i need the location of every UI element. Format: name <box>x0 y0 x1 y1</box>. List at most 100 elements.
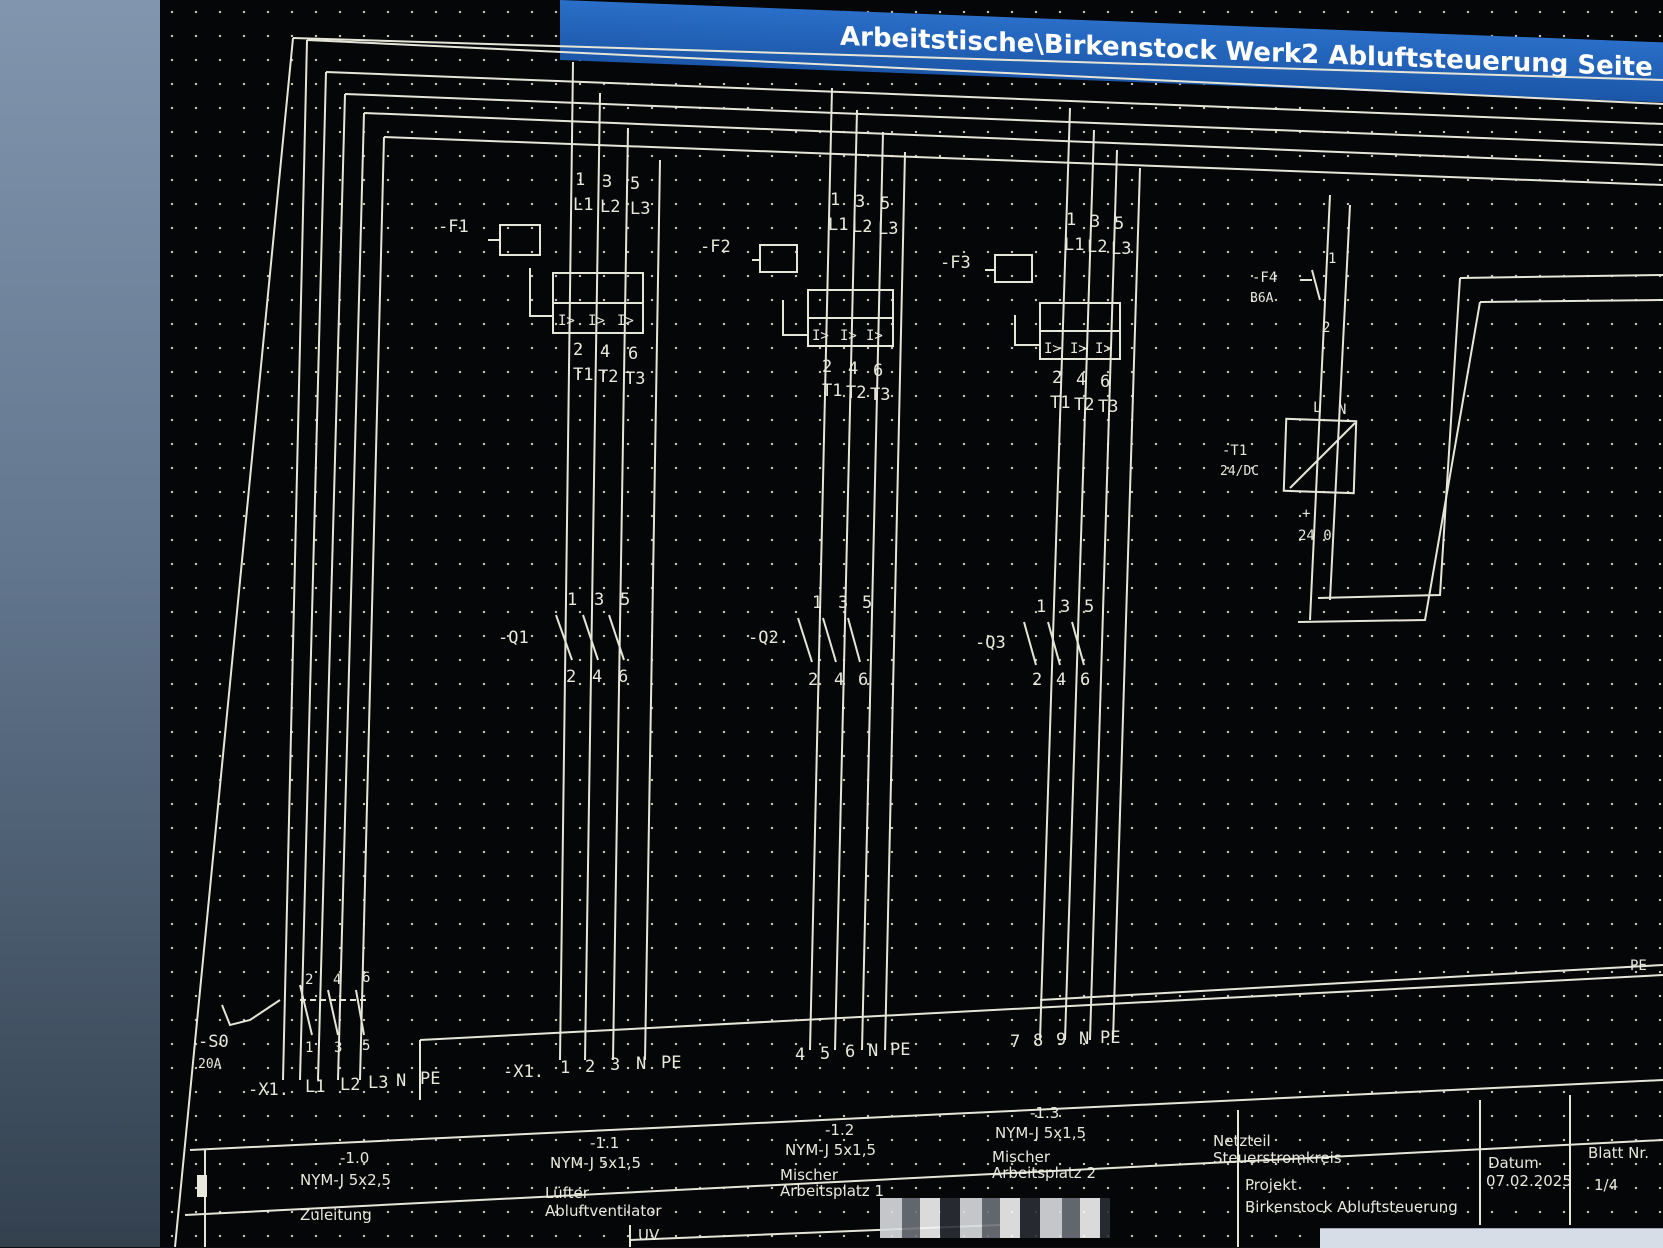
f2-trip-3: I> <box>866 328 883 344</box>
q1-bot-2: 4 <box>592 667 602 687</box>
f4-bottom: 2 <box>1322 320 1330 336</box>
f1-bot-ph-2: T2 <box>598 367 618 387</box>
terminal-g3-2: 8 <box>1033 1031 1043 1051</box>
switch-q1-label: -Q1 <box>498 628 529 648</box>
f1-trip-1: I> <box>558 313 575 329</box>
f1-top-num-2: 3 <box>602 172 612 192</box>
psu-out: 24 0 <box>1298 528 1332 544</box>
psu-in-n: N <box>1338 402 1346 418</box>
horizontal-scrollbar[interactable] <box>1320 1228 1663 1248</box>
s0-top-1: 2 <box>305 972 313 988</box>
titleblock-uv: UV <box>638 1226 660 1244</box>
main-switch-s0 <box>221 984 370 1036</box>
f1-trip-3: I> <box>617 313 634 329</box>
titleblock-blatt-value: 1/4 <box>1594 1176 1618 1194</box>
cable-2-desc2: Arbeitsplatz 1 <box>780 1182 884 1200</box>
q2-top-1: 1 <box>812 593 822 613</box>
terminal-left-3: L3 <box>368 1073 388 1093</box>
f2-bot-num-3: 6 <box>873 361 883 381</box>
control-circuit <box>1039 194 1663 1001</box>
pe-label: PE <box>1630 958 1647 974</box>
cable-1-ref: -1.1 <box>590 1134 619 1152</box>
f3-bot-num-2: 4 <box>1076 370 1086 390</box>
psu-in-l: L <box>1313 400 1321 416</box>
q3-bot-1: 2 <box>1032 670 1042 690</box>
f2-top-ph-2: L2 <box>852 217 872 237</box>
f3-top-ph-2: L2 <box>1087 237 1107 257</box>
cable-3-type: NYM-J 5x1,5 <box>995 1124 1086 1142</box>
terminal-g2-3: 6 <box>845 1042 855 1062</box>
f2-top-num-2: 3 <box>855 192 865 212</box>
cable-3-ref: -1.3 <box>1030 1104 1059 1122</box>
terminal-left-2: L2 <box>340 1075 360 1095</box>
f3-bot-num-1: 2 <box>1052 368 1062 388</box>
terminal-g3-4: N <box>1079 1029 1089 1049</box>
cable-0-desc: Zuleitung <box>300 1206 372 1224</box>
f2-top-num-1: 1 <box>830 190 840 210</box>
cable-0-ref: -1.0 <box>340 1149 369 1167</box>
s0-top-3: 6 <box>362 970 370 986</box>
cable-3-desc2: Arbeitsplatz 2 <box>992 1164 1096 1182</box>
f1-top-num-3: 5 <box>630 174 640 194</box>
main-switch-label: -S0 <box>198 1032 229 1052</box>
f4-top: 1 <box>1328 251 1336 267</box>
f3-bot-ph-3: T3 <box>1098 397 1118 417</box>
f2-top-ph-3: L3 <box>878 219 898 239</box>
f1-top-ph-2: L2 <box>600 197 620 217</box>
f1-bot-ph-1: T1 <box>573 365 593 385</box>
f3-top-num-1: 1 <box>1066 210 1076 230</box>
f1-bot-num-3: 6 <box>628 344 638 364</box>
terminal-left-4: N <box>396 1071 406 1091</box>
f2-top-ph-1: L1 <box>828 215 848 235</box>
q3-bot-2: 4 <box>1056 670 1066 690</box>
q3-top-1: 1 <box>1036 597 1046 617</box>
f3-trip-1: I> <box>1044 341 1061 357</box>
f1-top-num-1: 1 <box>575 170 585 190</box>
f3-bot-ph-2: T2 <box>1074 395 1094 415</box>
blurred-region <box>880 1198 1110 1238</box>
f1-top-ph-3: L3 <box>630 199 650 219</box>
schematic-drawing[interactable]: -F1 -F2 -F3 1 3 5 L1 L2 L3 I> I> I> 2 4 … <box>0 0 1663 1247</box>
q1-top-3: 5 <box>620 590 630 610</box>
terminal-g1-4: N <box>636 1054 646 1074</box>
terminal-g1-5: PE <box>661 1053 681 1073</box>
titleblock-blatt-label: Blatt Nr. <box>1588 1144 1649 1162</box>
f1-bot-ph-3: T3 <box>625 369 645 389</box>
q3-top-2: 3 <box>1060 597 1070 617</box>
q1-top-2: 3 <box>594 590 604 610</box>
terminal-g2-1: 4 <box>795 1045 805 1065</box>
terminal-left-5: PE <box>420 1069 440 1089</box>
schematic-labels: -F1 -F2 -F3 1 3 5 L1 L2 L3 I> I> I> 2 4 … <box>198 170 1647 1100</box>
breaker-f3-label: -F3 <box>940 253 971 273</box>
f1-bot-num-1: 2 <box>573 340 583 360</box>
terminal-g1-3: 3 <box>610 1055 620 1075</box>
f2-bot-num-2: 4 <box>848 359 858 379</box>
titleblock-datum-value: 07.02.2025 <box>1486 1172 1572 1190</box>
cable-2-ref: -1.2 <box>825 1121 854 1139</box>
terminal-g2-4: N <box>868 1041 878 1061</box>
cable-4-desc: Steuerstromkreis <box>1213 1149 1342 1167</box>
s0-top-2: 4 <box>333 972 341 988</box>
busbars <box>282 39 1663 1081</box>
cable-4-type: Netzteil <box>1213 1132 1271 1150</box>
f2-bot-num-1: 2 <box>822 357 832 377</box>
psu-label: -T1 <box>1222 443 1247 459</box>
f1-top-ph-1: L1 <box>573 195 593 215</box>
q1-bot-1: 2 <box>566 667 576 687</box>
q2-bot-1: 2 <box>808 670 818 690</box>
f3-top-ph-3: L3 <box>1111 239 1131 259</box>
f3-bot-ph-1: T1 <box>1050 393 1070 413</box>
q1-top-1: 1 <box>567 590 577 610</box>
main-switch-rating: 20A <box>198 1057 222 1072</box>
switch-q2-label: -Q2. <box>748 628 789 648</box>
f3-top-num-2: 3 <box>1090 212 1100 232</box>
q3-bot-3: 6 <box>1080 670 1090 690</box>
terminal-mid-label: -X1. <box>503 1062 544 1082</box>
f1-bot-num-2: 4 <box>600 342 610 362</box>
f3-bot-num-3: 6 <box>1100 372 1110 392</box>
cable-2-type: NYM-J 5x1,5 <box>785 1141 876 1159</box>
screen: Arbeitstische\Birkenstock Werk2 Abluftst… <box>0 0 1663 1248</box>
q2-top-2: 3 <box>838 593 848 613</box>
f2-bot-ph-2: T2 <box>846 383 866 403</box>
f2-trip-2: I> <box>840 328 857 344</box>
